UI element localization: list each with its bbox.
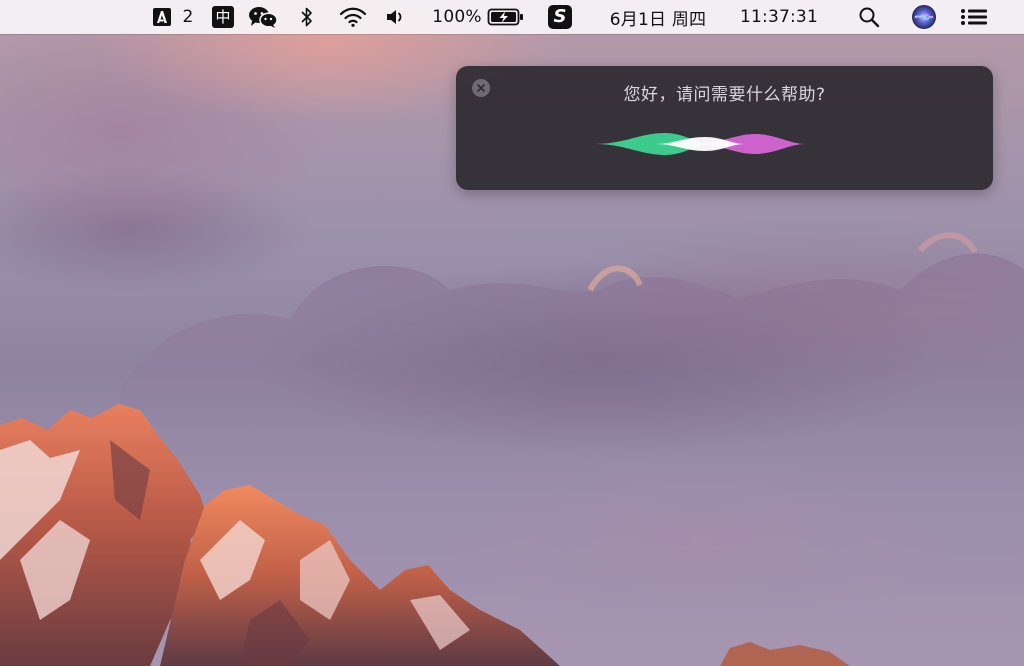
sogou-input-icon[interactable]: S (546, 0, 574, 34)
notification-center-icon[interactable] (958, 0, 990, 34)
input-method-label: 中 (212, 6, 234, 28)
adobe-badge-count: 2 (182, 7, 194, 27)
search-icon[interactable] (856, 0, 882, 34)
menubar-date[interactable]: 6月1日 周四 (594, 0, 722, 34)
siri-prompt: 您好，请问需要什么帮助? (623, 85, 826, 105)
battery-charging-icon[interactable] (486, 0, 526, 34)
sogou-label: S (548, 5, 572, 29)
siri-icon[interactable] (910, 0, 938, 34)
bluetooth-icon[interactable] (298, 0, 316, 34)
battery-percent: 100% (432, 7, 482, 27)
menu-bar: 2 中 100% S 6月1日 周四 11:37:31 (0, 0, 1024, 34)
menubar-clock[interactable]: 11:37:31 (730, 0, 828, 34)
input-method-icon[interactable]: 中 (210, 0, 236, 34)
siri-waveform (505, 133, 945, 155)
volume-icon[interactable] (384, 0, 408, 34)
wechat-icon[interactable] (246, 0, 280, 34)
wifi-icon[interactable] (336, 0, 370, 34)
adobe-creative-cloud-icon[interactable] (150, 0, 174, 34)
